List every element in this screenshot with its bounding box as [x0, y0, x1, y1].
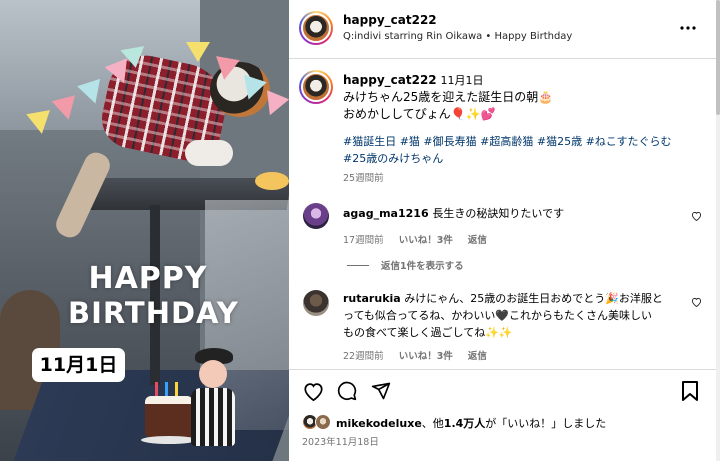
comment-1-username[interactable]: agag_ma1216: [343, 207, 429, 220]
comment-1-likes[interactable]: いいね！3件: [399, 235, 453, 246]
scrollbar[interactable]: [716, 0, 720, 461]
cake-plate-shape: [255, 172, 289, 190]
post-panel: happy_cat222 Q:indivi starring Rin Oikaw…: [289, 0, 720, 461]
post-date[interactable]: 2023年11月18日: [302, 434, 379, 448]
bookmark-icon[interactable]: [678, 379, 702, 403]
send-icon[interactable]: [369, 379, 393, 403]
birthday-girl-sticker: [141, 338, 240, 448]
overlay-line-1: HAPPY: [88, 261, 208, 296]
comment-1-meta: 17週間前 いいね！3件 返信: [343, 228, 487, 247]
date-badge: 11月1日: [32, 348, 125, 382]
caption-block: happy_cat222 11月1日 みけちゃん25歳を迎えた誕生日の朝🎂 おめ…: [343, 72, 703, 187]
girl-figure: [183, 348, 235, 446]
author-username[interactable]: happy_cat222: [343, 13, 437, 27]
caption-hashtags-2[interactable]: #25歳のみけちゃん: [343, 150, 703, 167]
caption-avatar[interactable]: [299, 70, 333, 104]
caption-line-2: おめかししてぴょん🎈✨💕: [343, 107, 496, 121]
cat-paw-shape: [185, 140, 233, 166]
caption-hashtags-1[interactable]: #猫誕生日 #猫 #御長寿猫 #超高齢猫 #猫25歳 #ねこすたぐらむ: [343, 133, 703, 150]
comment-avatar-rutarukia[interactable]: [303, 290, 329, 316]
overlay-line-2: BIRTHDAY: [68, 296, 239, 330]
comment-2-age[interactable]: 22週間前: [343, 351, 384, 362]
likes-line: mikekodeluxe、他1.4万人が「いいね！」しました: [336, 415, 606, 431]
comment-2-username[interactable]: rutarukia: [343, 292, 401, 305]
comment-2-text-3: もの食べて楽しく過ごしてね✨✨: [343, 326, 513, 339]
comment-1: agag_ma1216 長生きの秘訣知りたいです: [343, 205, 683, 222]
audio-subtitle[interactable]: Q:indivi starring Rin Oikawa • Happy Bir…: [343, 31, 572, 42]
author-avatar[interactable]: [299, 11, 333, 45]
caption-date: 11月1日: [440, 74, 484, 87]
view-replies-line: [347, 264, 369, 266]
view-replies-text[interactable]: 返信1件を表示する: [381, 258, 464, 272]
likes-count[interactable]: 1.4万人: [444, 417, 486, 430]
likes-user[interactable]: mikekodeluxe: [336, 417, 422, 430]
comment-2: rutarukia みけにゃん、25歳のお誕生日おめでとう🎉お洋服と っても似合…: [343, 290, 691, 341]
comment-2-likes[interactable]: いいね！3件: [399, 351, 453, 362]
header-divider: [289, 58, 720, 59]
scrollbar-thumb[interactable]: [716, 0, 720, 115]
comment-1-reply[interactable]: 返信: [468, 235, 487, 246]
caption-line-1: みけちゃん25歳を迎えた誕生日の朝🎂: [343, 90, 554, 104]
heart-icon[interactable]: [301, 379, 325, 403]
caption-username[interactable]: happy_cat222: [343, 73, 437, 87]
comment-icon[interactable]: [335, 379, 359, 403]
more-horizontal-icon[interactable]: [675, 18, 701, 38]
comment-avatar-agag[interactable]: [303, 203, 329, 229]
comment-2-heart-icon[interactable]: [687, 294, 705, 310]
likes-middle: 、他: [421, 417, 444, 430]
comment-1-text: 長生きの秘訣知りたいです: [432, 207, 565, 220]
liker-avatar-2[interactable]: [315, 414, 331, 430]
likes-suffix: が「いいね！」しました: [485, 417, 607, 430]
happy-birthday-overlay: HAPPY BIRTHDAY: [68, 261, 239, 331]
comment-2-text-1: みけにゃん、25歳のお誕生日おめでとう🎉お洋服と: [404, 292, 663, 305]
comment-2-reply[interactable]: 返信: [468, 351, 487, 362]
comment-2-meta: 22週間前 いいね！3件 返信: [343, 344, 487, 363]
post-media[interactable]: HAPPY BIRTHDAY 11月1日: [0, 0, 289, 461]
bunting-flags: [10, 30, 289, 140]
caption-age[interactable]: 25週間前: [343, 170, 703, 187]
comment-1-heart-icon[interactable]: [687, 208, 705, 224]
comment-1-age[interactable]: 17週間前: [343, 235, 384, 246]
actions-divider: [289, 369, 720, 370]
comment-2-text-2: っても似合ってるね、かわいい🖤これからもたくさん美味しい: [343, 309, 653, 322]
view-replies-toggle[interactable]: 返信1件を表示する: [347, 258, 464, 272]
